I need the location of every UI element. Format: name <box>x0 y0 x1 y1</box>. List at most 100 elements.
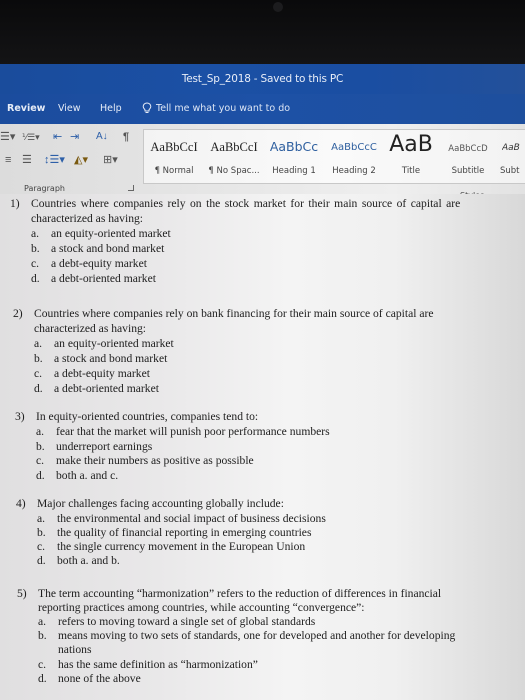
paragraph-dialog-launcher[interactable] <box>128 185 134 191</box>
question-text-line: characterized as having: <box>34 322 147 335</box>
option-text: make their numbers as positive as possib… <box>56 454 254 467</box>
tab-review[interactable]: Review <box>7 103 45 114</box>
question-4: 4) Major challenges facing accounting gl… <box>16 497 516 572</box>
style-subtitle[interactable]: AaBbCcD Subtitle <box>440 130 496 183</box>
option-letter: b. <box>37 526 46 539</box>
question-2: 2) Countries where companies rely on ban… <box>13 307 523 397</box>
option-text: has the same definition as “harmonizatio… <box>58 658 258 671</box>
option-letter: a. <box>37 512 46 525</box>
option-text: none of the above <box>58 672 141 685</box>
style-subtle-emphasis[interactable]: AaB Subt <box>496 130 525 183</box>
webcam <box>273 2 283 12</box>
borders-icon[interactable]: ⊞▾ <box>103 154 118 166</box>
style-title[interactable]: AaB Title <box>384 130 438 183</box>
question-text-line: reporting practices among countries, whi… <box>38 601 365 614</box>
question-number: 3) <box>15 410 25 423</box>
question-text-line: The term accounting “harmonization” refe… <box>38 587 442 600</box>
option-text: the environmental and social impact of b… <box>57 512 326 525</box>
option-letter: a. <box>36 425 45 438</box>
align-right-icon[interactable]: ≡ <box>5 154 11 166</box>
lightbulb-icon <box>142 102 152 113</box>
style-name: Subt <box>500 166 520 176</box>
style-heading-1[interactable]: AaBbCc Heading 1 <box>264 130 324 183</box>
style-preview: AaBbCcI <box>150 140 198 154</box>
question-text-line: Countries where companies rely on the st… <box>31 197 461 210</box>
question-5: 5) The term accounting “harmonization” r… <box>17 587 522 697</box>
question-number: 4) <box>16 497 26 510</box>
style-preview: AaBbCcD <box>448 144 488 154</box>
tab-help[interactable]: Help <box>100 103 122 114</box>
option-letter: c. <box>36 454 45 467</box>
style-no-spacing[interactable]: AaBbCcI ¶ No Spac... <box>204 130 264 183</box>
option-letter: a. <box>31 227 40 240</box>
document-title: Test_Sp_2018 - Saved to this PC <box>181 73 344 85</box>
style-name: Heading 1 <box>272 166 316 176</box>
style-preview: AaB <box>502 143 520 153</box>
option-text: an equity-oriented market <box>54 337 174 350</box>
option-text: the quality of financial reporting in em… <box>57 526 312 539</box>
decrease-indent-icon[interactable]: ⇤ <box>53 131 62 143</box>
question-number: 2) <box>13 307 23 320</box>
monitor-bezel <box>0 0 525 67</box>
pilcrow-icon[interactable]: ¶ <box>123 131 129 143</box>
option-letter: b. <box>38 629 47 642</box>
style-heading-2[interactable]: AaBbCcC Heading 2 <box>324 130 384 183</box>
option-text-continued: nations <box>58 643 92 656</box>
option-letter: b. <box>36 440 45 453</box>
bullets-icon[interactable]: ☰▾ <box>0 131 15 143</box>
question-text-line: In equity-oriented countries, companies … <box>36 410 259 423</box>
title-bar: Test_Sp_2018 - Saved to this PC <box>0 64 525 94</box>
question-text-line: characterized as having: <box>31 212 144 225</box>
line-spacing-icon[interactable]: ↕☰▾ <box>44 154 65 166</box>
option-letter: c. <box>37 540 46 553</box>
option-text: underreport earnings <box>56 440 153 453</box>
style-normal[interactable]: AaBbCcI ¶ Normal <box>144 130 204 183</box>
question-text-line: Countries where companies rely on bank f… <box>34 307 434 320</box>
ribbon: ☰▾ ⅟☰▾ ⇤ ⇥ A↓ ¶ ≡ ☰ ↕☰▾ ◭▾ ⊞▾ Paragraph … <box>0 124 525 200</box>
option-letter: d. <box>31 272 40 285</box>
style-name: Subtitle <box>451 166 485 176</box>
question-text-line: Major challenges facing accounting globa… <box>37 497 284 510</box>
styles-gallery: AaBbCcI ¶ Normal AaBbCcI ¶ No Spac... Aa… <box>143 129 525 184</box>
numbering-icon[interactable]: ⅟☰▾ <box>22 131 40 143</box>
option-text: a debt-equity market <box>54 367 150 380</box>
document-page[interactable]: 1) Countries where companies rely on the… <box>0 194 525 700</box>
question-1: 1) Countries where companies rely on the… <box>10 197 525 287</box>
style-preview: AaBbCcI <box>210 140 258 154</box>
style-name: Heading 2 <box>332 166 376 176</box>
option-text: a stock and bond market <box>51 242 165 255</box>
option-letter: d. <box>36 469 45 482</box>
sort-icon[interactable]: A↓ <box>96 131 108 143</box>
option-letter: a. <box>34 337 43 350</box>
question-number: 5) <box>17 587 27 600</box>
option-text: the single currency movement in the Euro… <box>57 540 306 553</box>
option-letter: d. <box>38 672 47 685</box>
style-name: Title <box>401 166 421 176</box>
option-text: refers to moving toward a single set of … <box>58 615 316 628</box>
option-text: a debt-oriented market <box>51 272 156 285</box>
style-preview: AaBbCc <box>269 139 319 154</box>
increase-indent-icon[interactable]: ⇥ <box>70 131 79 143</box>
option-text: fear that the market will punish poor pe… <box>56 425 330 438</box>
option-text: an equity-oriented market <box>51 227 171 240</box>
option-letter: b. <box>31 242 40 255</box>
option-letter: d. <box>37 554 46 567</box>
option-letter: c. <box>38 658 47 671</box>
ribbon-tab-bar: Review View Help Tell me what you want t… <box>0 94 525 124</box>
shading-icon[interactable]: ◭▾ <box>74 154 88 166</box>
tell-me-search[interactable]: Tell me what you want to do <box>142 102 290 114</box>
justify-icon[interactable]: ☰ <box>22 154 32 166</box>
paragraph-group-label: Paragraph <box>24 184 65 193</box>
question-number: 1) <box>10 197 20 210</box>
option-letter: b. <box>34 352 43 365</box>
style-name: ¶ No Spac... <box>208 166 260 176</box>
option-letter: a. <box>38 615 47 628</box>
style-name: ¶ Normal <box>154 166 194 176</box>
option-letter: c. <box>34 367 43 380</box>
tab-view[interactable]: View <box>58 103 81 114</box>
style-preview: AaB <box>389 132 433 157</box>
tell-me-placeholder: Tell me what you want to do <box>156 102 291 114</box>
option-letter: c. <box>31 257 40 270</box>
option-text: both a. and b. <box>57 554 120 567</box>
option-text: a stock and bond market <box>54 352 168 365</box>
